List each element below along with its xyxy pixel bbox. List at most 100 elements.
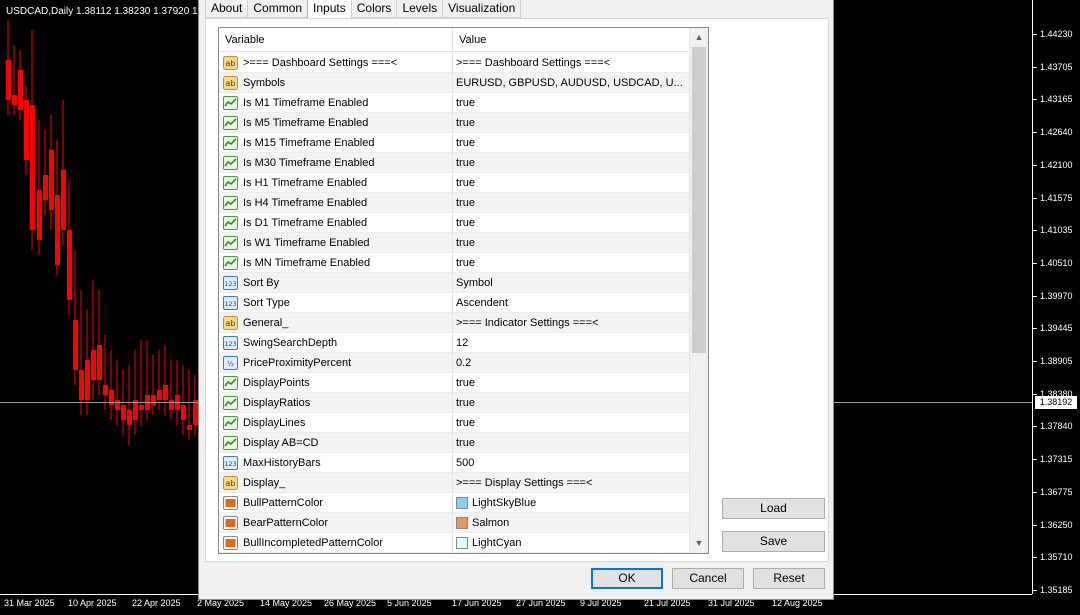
table-row[interactable]: 123 MaxHistoryBars 500	[219, 453, 689, 473]
table-row[interactable]: 123 Sort By Symbol	[219, 273, 689, 293]
table-row[interactable]: DisplayRatios true	[219, 393, 689, 413]
scroll-down-icon[interactable]: ▼	[690, 534, 708, 552]
cancel-button[interactable]: Cancel	[672, 568, 744, 589]
variable-cell[interactable]: 123 Sort By	[219, 273, 453, 292]
value-cell[interactable]: Symbol	[453, 273, 689, 292]
column-header-value[interactable]: Value	[453, 28, 689, 52]
table-row[interactable]: BullPatternColor LightSkyBlue	[219, 493, 689, 513]
value-cell[interactable]: >=== Display Settings ===<	[453, 473, 689, 492]
tab-visualization[interactable]: Visualization	[442, 0, 522, 18]
variable-cell[interactable]: Is M30 Timeframe Enabled	[219, 153, 453, 172]
table-row[interactable]: Is M1 Timeframe Enabled true	[219, 93, 689, 113]
table-row[interactable]: ½ PriceProximityPercent 0.2	[219, 353, 689, 373]
variable-cell[interactable]: BullIncompletedPatternColor	[219, 533, 453, 552]
table-row[interactable]: BearPatternColor Salmon	[219, 513, 689, 533]
tab-bar: About Common Inputs Colors Levels Visualizati…	[205, 0, 522, 19]
scroll-thumb[interactable]	[692, 47, 706, 353]
value-cell[interactable]: true	[453, 393, 689, 412]
variable-cell[interactable]: DisplayRatios	[219, 393, 453, 412]
value-cell[interactable]: Ascendent	[453, 293, 689, 312]
value-cell[interactable]: Salmon	[453, 513, 689, 532]
table-row[interactable]: DisplayPoints true	[219, 373, 689, 393]
tab-inputs[interactable]: Inputs	[307, 0, 351, 19]
tab-colors[interactable]: Colors	[350, 0, 397, 18]
value-cell[interactable]: LightCyan	[453, 533, 689, 552]
save-button[interactable]: Save	[722, 531, 825, 552]
variable-cell[interactable]: Is M5 Timeframe Enabled	[219, 113, 453, 132]
table-row[interactable]: Is W1 Timeframe Enabled true	[219, 233, 689, 253]
bear-candle	[97, 345, 102, 380]
table-row[interactable]: Is H4 Timeframe Enabled true	[219, 193, 689, 213]
reset-button[interactable]: Reset	[753, 568, 825, 589]
scroll-up-icon[interactable]: ▲	[690, 28, 708, 46]
load-button[interactable]: Load	[722, 498, 825, 519]
grid-scrollbar[interactable]: ▲ ▼	[689, 28, 708, 553]
value-cell[interactable]: true	[453, 253, 689, 272]
value-cell[interactable]: >=== Dashboard Settings ===<	[453, 53, 689, 72]
value-cell[interactable]: true	[453, 233, 689, 252]
value-cell[interactable]: true	[453, 433, 689, 452]
variable-cell[interactable]: Is W1 Timeframe Enabled	[219, 233, 453, 252]
variable-cell[interactable]: 123 Sort Type	[219, 293, 453, 312]
value-cell[interactable]: 500	[453, 453, 689, 472]
value-cell[interactable]: LightSkyBlue	[453, 493, 689, 512]
table-row[interactable]: BullIncompletedPatternColor LightCyan	[219, 533, 689, 553]
variable-cell[interactable]: Is D1 Timeframe Enabled	[219, 213, 453, 232]
variable-cell[interactable]: BearPatternColor	[219, 513, 453, 532]
table-row[interactable]: ab >=== Dashboard Settings ===< >=== Dashb…	[219, 53, 689, 73]
variable-cell[interactable]: ab Symbols	[219, 73, 453, 92]
value-text: >=== Display Settings ===<	[456, 476, 593, 489]
table-row[interactable]: ab General_ >=== Indicator Settings ===<	[219, 313, 689, 333]
table-row[interactable]: Is H1 Timeframe Enabled true	[219, 173, 689, 193]
table-row[interactable]: 123 Sort Type Ascendent	[219, 293, 689, 313]
value-cell[interactable]: true	[453, 193, 689, 212]
value-cell[interactable]: true	[453, 373, 689, 392]
variable-cell[interactable]: DisplayPoints	[219, 373, 453, 392]
variable-cell[interactable]: ½ PriceProximityPercent	[219, 353, 453, 372]
variable-cell[interactable]: Display AB=CD	[219, 433, 453, 452]
price-tick	[1033, 393, 1037, 395]
price-scale[interactable]: 1.38192 1.44230 1.43705 1.43165 1.42640 1.42…	[1032, 0, 1080, 595]
tab-about[interactable]: About	[205, 0, 248, 18]
variable-cell[interactable]: 123 SwingSearchDepth	[219, 333, 453, 352]
bear-candle	[73, 320, 78, 370]
variable-cell[interactable]: ab Display_	[219, 473, 453, 492]
value-cell[interactable]: 12	[453, 333, 689, 352]
variable-cell[interactable]: Is H1 Timeframe Enabled	[219, 173, 453, 192]
table-row[interactable]: ab Symbols EURUSD, GBPUSD, AUDUSD, USDCAD,…	[219, 73, 689, 93]
value-cell[interactable]: EURUSD, GBPUSD, AUDUSD, USDCAD, U...	[453, 73, 689, 92]
variable-cell[interactable]: ab >=== Dashboard Settings ===<	[219, 53, 453, 72]
table-row[interactable]: Is M15 Timeframe Enabled true	[219, 133, 689, 153]
table-row[interactable]: Display AB=CD true	[219, 433, 689, 453]
value-cell[interactable]: true	[453, 153, 689, 172]
value-cell[interactable]: true	[453, 113, 689, 132]
variable-cell[interactable]: BullPatternColor	[219, 493, 453, 512]
value-cell[interactable]: true	[453, 413, 689, 432]
value-cell[interactable]: true	[453, 213, 689, 232]
value-cell[interactable]: true	[453, 93, 689, 112]
table-row[interactable]: DisplayLines true	[219, 413, 689, 433]
tab-levels[interactable]: Levels	[396, 0, 443, 18]
variable-cell[interactable]: 123 MaxHistoryBars	[219, 453, 453, 472]
tab-common[interactable]: Common	[247, 0, 308, 18]
value-cell[interactable]: true	[453, 133, 689, 152]
variable-cell[interactable]: Is M1 Timeframe Enabled	[219, 93, 453, 112]
ok-button[interactable]: OK	[591, 568, 663, 589]
value-cell[interactable]: >=== Indicator Settings ===<	[453, 313, 689, 332]
variable-name: >=== Dashboard Settings ===<	[243, 56, 398, 69]
table-row[interactable]: 123 SwingSearchDepth 12	[219, 333, 689, 353]
column-header-variable[interactable]: Variable	[219, 28, 453, 52]
variable-cell[interactable]: Is H4 Timeframe Enabled	[219, 193, 453, 212]
table-row[interactable]: Is M5 Timeframe Enabled true	[219, 113, 689, 133]
table-row[interactable]: ab Display_ >=== Display Settings ===<	[219, 473, 689, 493]
variable-cell[interactable]: DisplayLines	[219, 413, 453, 432]
table-row[interactable]: Is MN Timeframe Enabled true	[219, 253, 689, 273]
table-row[interactable]: Is D1 Timeframe Enabled true	[219, 213, 689, 233]
value-cell[interactable]: 0.2	[453, 353, 689, 372]
value-cell[interactable]: true	[453, 173, 689, 192]
table-row[interactable]: Is M30 Timeframe Enabled true	[219, 153, 689, 173]
variable-cell[interactable]: ab General_	[219, 313, 453, 332]
variable-cell[interactable]: Is MN Timeframe Enabled	[219, 253, 453, 272]
value-text: >=== Dashboard Settings ===<	[456, 56, 611, 69]
variable-cell[interactable]: Is M15 Timeframe Enabled	[219, 133, 453, 152]
